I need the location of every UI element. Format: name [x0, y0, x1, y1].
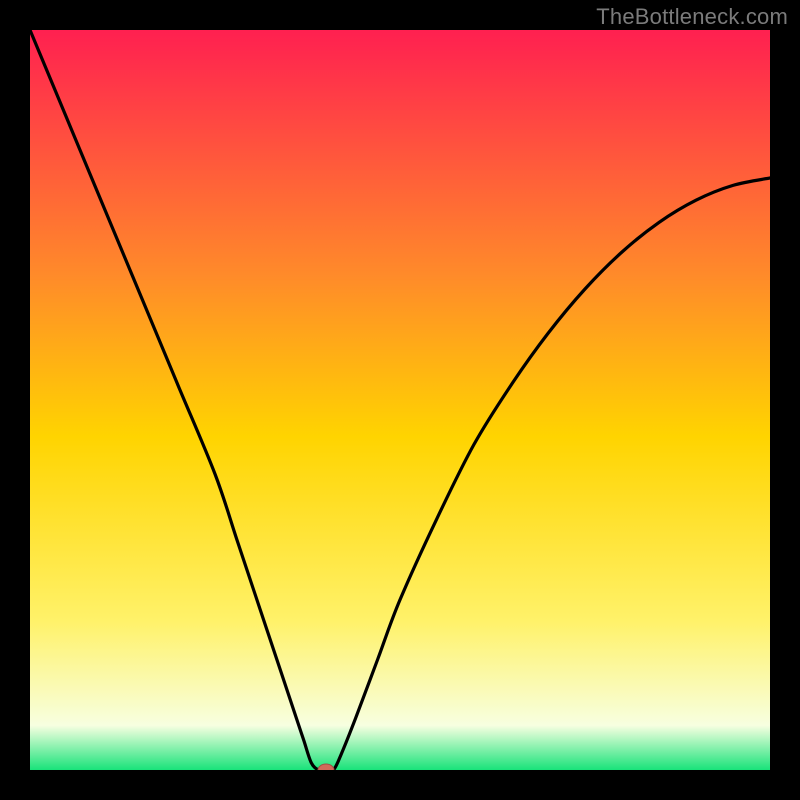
- bottleneck-curve-svg: [30, 30, 770, 770]
- watermark-text: TheBottleneck.com: [596, 4, 788, 30]
- plot-area: [30, 30, 770, 770]
- gradient-background: [30, 30, 770, 770]
- chart-frame: TheBottleneck.com: [0, 0, 800, 800]
